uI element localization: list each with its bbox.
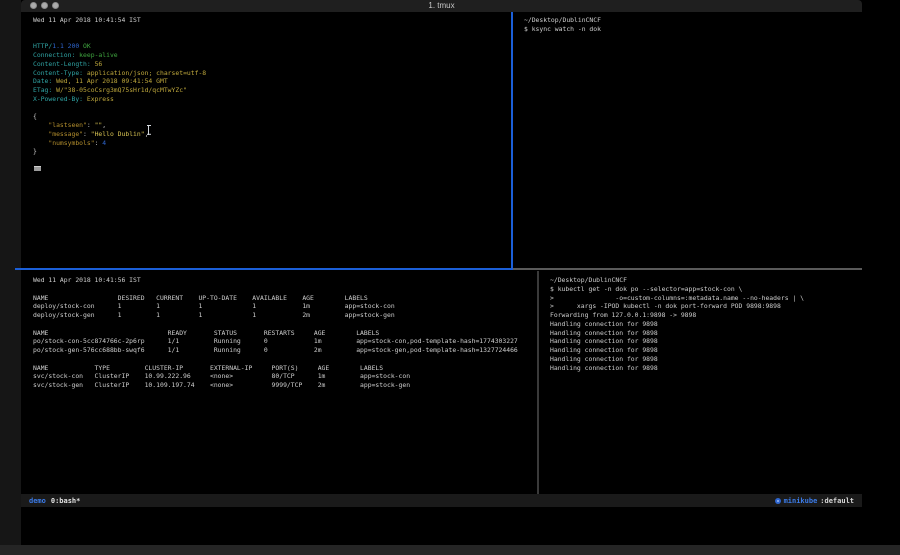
terminal-line: Content-Length: 56: [33, 60, 517, 69]
terminal-line: Content-Type: application/json; charset=…: [33, 69, 517, 78]
terminal-line: Date: Wed, 11 Apr 2018 09:41:54 GMT: [33, 77, 517, 86]
terminal-line: NAME DESIRED CURRENT UP-TO-DATE AVAILABL…: [33, 294, 537, 303]
terminal-line: [33, 25, 517, 34]
terminal-line: [33, 320, 537, 329]
terminal-line: po/stock-gen-576cc688bb-swqf6 1/1 Runnin…: [33, 346, 537, 355]
terminal-line: {: [33, 112, 517, 121]
terminal-line: po/stock-con-5cc874766c-2p6rp 1/1 Runnin…: [33, 337, 537, 346]
window-tab-label[interactable]: 0:bash*: [51, 497, 81, 505]
terminal-line: NAME READY STATUS RESTARTS AGE LABELS: [33, 329, 537, 338]
minimize-button[interactable]: [41, 2, 48, 9]
terminal-line: Handling connection for 9898: [550, 346, 862, 355]
terminal-line: "lastseen": "",: [33, 121, 517, 130]
zoom-button[interactable]: [52, 2, 59, 9]
status-right: minikube :default: [775, 497, 854, 505]
desktop-background-left: [0, 0, 21, 545]
session-name: demo: [29, 497, 46, 505]
terminal-line: > xargs -IPOD kubectl -n dok port-forwar…: [550, 302, 862, 311]
terminal-line: deploy/stock-gen 1 1 1 1 2m app=stock-ge…: [33, 311, 537, 320]
terminal-line: Handling connection for 9898: [550, 320, 862, 329]
terminal-line: deploy/stock-con 1 1 1 1 1m app=stock-co…: [33, 302, 537, 311]
terminal-line: $ ksync watch -n dok: [524, 25, 862, 34]
pane-port-forward[interactable]: ~/Desktop/DublinCNCF$ kubectl get -n dok…: [547, 272, 862, 494]
terminal-line: "message": "Hello Dublin",: [33, 130, 517, 139]
pane-border-horizontal[interactable]: [513, 268, 862, 270]
pane-http-response[interactable]: Wed 11 Apr 2018 10:41:54 IST HTTP/1.1 20…: [29, 12, 517, 266]
pane-border-horizontal-active[interactable]: [15, 268, 513, 270]
terminal-line: ~/Desktop/DublinCNCF: [524, 16, 862, 25]
terminal-line: $ kubectl get -n dok po --selector=app=s…: [550, 285, 862, 294]
terminal-line: [33, 285, 537, 294]
terminal-line: svc/stock-gen ClusterIP 10.109.197.74 <n…: [33, 381, 537, 390]
terminal-line: X-Powered-By: Express: [33, 95, 517, 104]
terminal-line: Handling connection for 9898: [550, 337, 862, 346]
window-titlebar[interactable]: 1. tmux: [21, 0, 862, 12]
terminal-line: ETag: W/"38-05coCsrg3mQ75sHr1d/qcMTwYZc": [33, 86, 517, 95]
terminal-line: Wed 11 Apr 2018 10:41:56 IST: [33, 276, 537, 285]
helm-wheel-icon: [775, 498, 781, 504]
terminal-line: HTTP/1.1 200 OK: [33, 42, 517, 51]
tmux-session: Wed 11 Apr 2018 10:41:54 IST HTTP/1.1 20…: [21, 12, 862, 494]
terminal-window: 1. tmux Wed 11 Apr 2018 10:41:54 IST HTT…: [21, 0, 862, 507]
terminal-line: [33, 104, 517, 113]
terminal-line: Handling connection for 9898: [550, 329, 862, 338]
terminal-line: svc/stock-con ClusterIP 10.99.222.96 <no…: [33, 372, 537, 381]
pane-kubectl-resources[interactable]: Wed 11 Apr 2018 10:41:56 IST NAME DESIRE…: [29, 272, 537, 494]
terminal-line: Wed 11 Apr 2018 10:41:54 IST: [33, 16, 517, 25]
tmux-status-bar: demo 0:bash* minikube :default: [21, 494, 862, 507]
terminal-line: [33, 355, 537, 364]
terminal-line: > -o=custom-columns=:metadata.name --no-…: [550, 294, 862, 303]
kube-namespace: :default: [820, 497, 854, 505]
terminal-line: }: [33, 147, 517, 156]
status-left: demo 0:bash*: [29, 497, 80, 505]
terminal-line: Connection: keep-alive: [33, 51, 517, 60]
pane-border-vertical-active[interactable]: [511, 12, 513, 268]
terminal-line: Handling connection for 9898: [550, 355, 862, 364]
pane-ksync-watch[interactable]: ~/Desktop/DublinCNCF$ ksync watch -n dok: [522, 12, 862, 266]
terminal-line: NAME TYPE CLUSTER-IP EXTERNAL-IP PORT(S)…: [33, 364, 537, 373]
traffic-lights: [30, 2, 59, 9]
mouse-ibeam-cursor: [146, 125, 151, 135]
window-title: 1. tmux: [21, 0, 862, 12]
close-button[interactable]: [30, 2, 37, 9]
kube-context: minikube: [784, 497, 818, 505]
pane-border-vertical[interactable]: [537, 271, 539, 494]
desktop-background-bottom: [0, 545, 900, 555]
terminal-block-cursor: [34, 166, 41, 171]
terminal-line: "numsymbols": 4: [33, 139, 517, 148]
terminal-line: Handling connection for 9898: [550, 364, 862, 373]
terminal-line: Forwarding from 127.0.0.1:9898 -> 9898: [550, 311, 862, 320]
terminal-line: [33, 34, 517, 43]
terminal-line: ~/Desktop/DublinCNCF: [550, 276, 862, 285]
